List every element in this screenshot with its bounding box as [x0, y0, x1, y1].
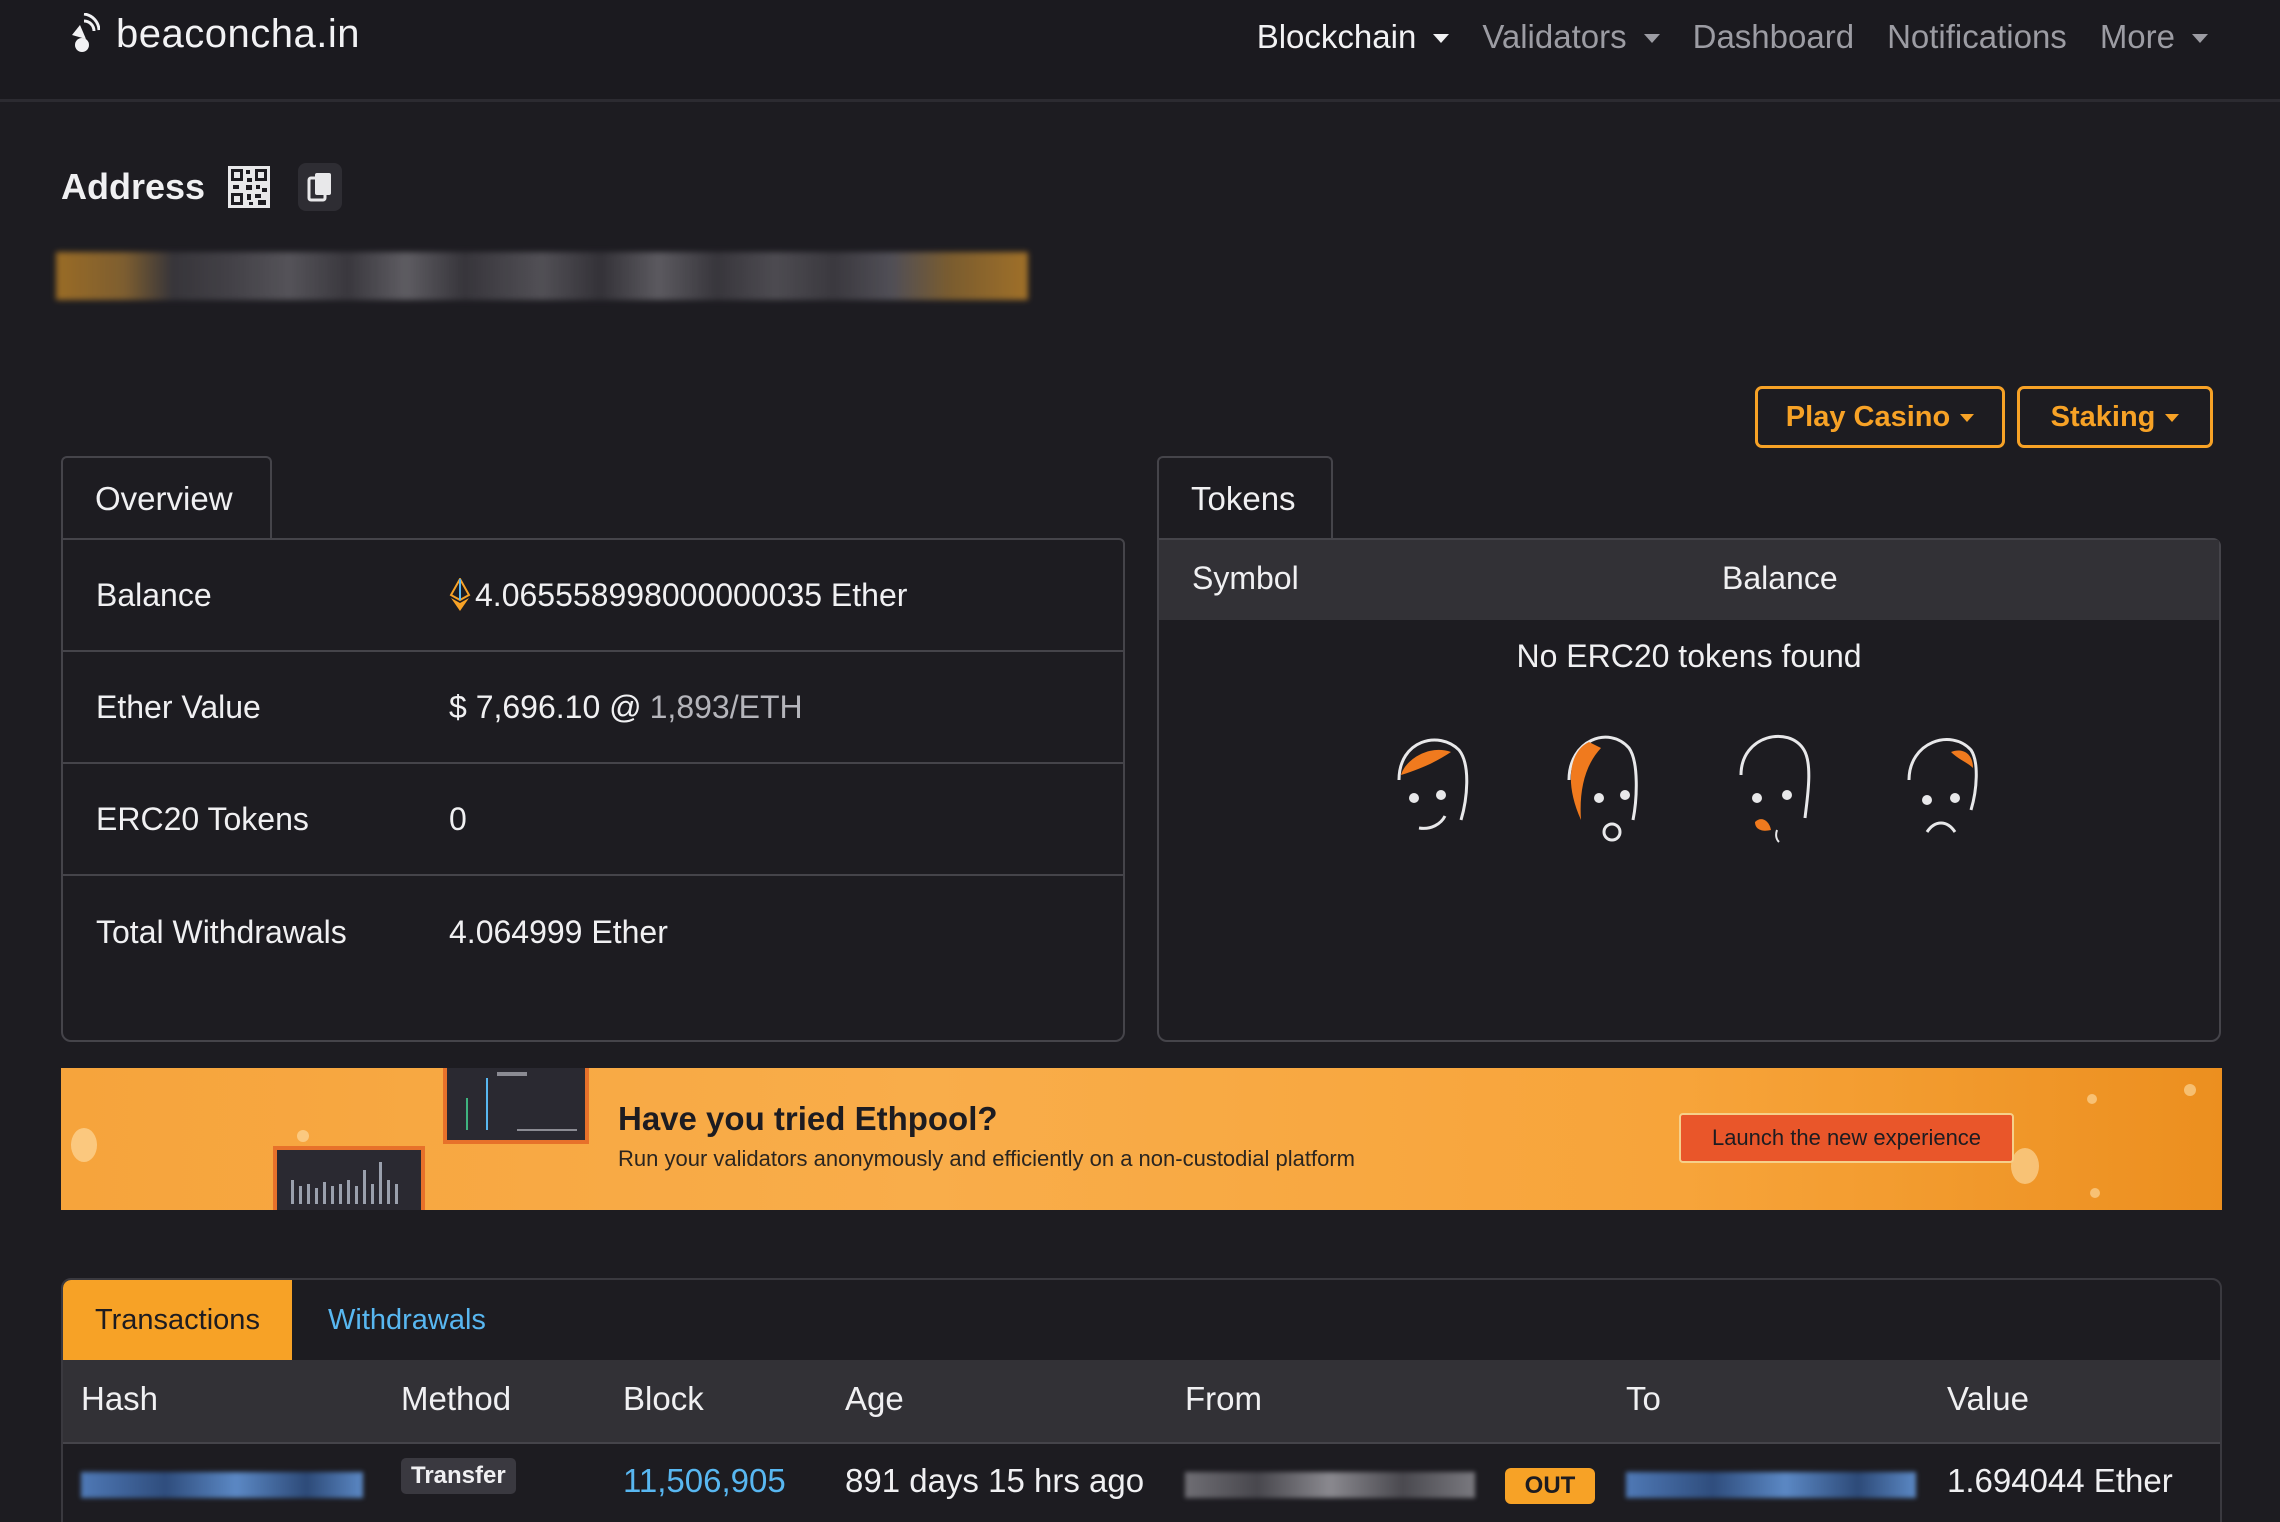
transactions-table-header: Hash Method Block Age From To Value	[63, 1360, 2220, 1442]
block-link[interactable]: 11,506,905	[623, 1462, 786, 1500]
mini-bars-icon	[291, 1162, 398, 1204]
banner-screenshot-image	[273, 1146, 425, 1210]
col-balance: Balance	[1722, 560, 1838, 596]
ether-value-row: Ether Value $ 7,696.10 @ 1,893/ETH	[63, 652, 1123, 764]
erc20-value: 0	[449, 800, 467, 837]
face-frown-icon	[1907, 738, 1978, 833]
balance-value-wrap: 4.065558998000000035 Ether	[449, 577, 907, 614]
copy-icon	[307, 173, 331, 202]
nav-validators[interactable]: Validators	[1482, 18, 1660, 56]
tx-value: 1.694044 Ether	[1947, 1462, 2173, 1499]
ethpool-promo-banner[interactable]: Have you tried Ethpool? Run your validat…	[61, 1068, 2222, 1210]
banner-decoration	[297, 1130, 309, 1142]
address-hash-redacted[interactable]	[56, 252, 1028, 300]
face-surprised-icon	[1567, 735, 1638, 842]
page-title: Address	[61, 166, 206, 207]
tab-overview[interactable]: Overview	[61, 456, 272, 540]
col-block: Block	[623, 1380, 704, 1417]
erc20-label: ERC20 Tokens	[96, 800, 309, 837]
chevron-down-icon	[2192, 33, 2208, 43]
launch-experience-button[interactable]: Launch the new experience	[1679, 1113, 2014, 1163]
tab-tokens[interactable]: Tokens	[1157, 456, 1333, 540]
brand-link[interactable]: beaconcha.in	[66, 12, 360, 57]
banner-decoration	[2184, 1084, 2196, 1096]
banner-decoration	[71, 1128, 97, 1162]
method-badge: Transfer	[401, 1458, 516, 1494]
eth-price: 1,893/ETH	[649, 688, 803, 725]
withdrawals-value: 4.064999 Ether	[449, 913, 668, 950]
from-address-redacted[interactable]	[1185, 1472, 1475, 1498]
table-row: Transfer 11,506,905 891 days 15 hrs ago …	[63, 1442, 2220, 1522]
play-casino-label: Play Casino	[1785, 400, 1951, 433]
to-address-redacted[interactable]	[1626, 1472, 1916, 1498]
col-value: Value	[1947, 1380, 2029, 1417]
col-to: To	[1626, 1380, 1661, 1417]
tokens-table-header: Symbol Balance	[1159, 540, 2219, 620]
ether-value: $ 7,696.10 @	[449, 688, 642, 725]
nav-blockchain-label: Blockchain	[1256, 18, 1417, 55]
nav-notifications[interactable]: Notifications	[1887, 18, 2067, 56]
col-age: Age	[845, 1380, 904, 1417]
ether-value-wrap: $ 7,696.10 @ 1,893/ETH	[449, 689, 803, 726]
banner-decoration	[2090, 1188, 2100, 1198]
staking-label: Staking	[2050, 400, 2156, 433]
ether-icon	[449, 578, 471, 611]
withdrawals-label: Total Withdrawals	[96, 913, 347, 950]
balance-row: Balance 4.065558998000000035 Ether	[63, 540, 1123, 652]
nav-validators-label: Validators	[1482, 18, 1627, 55]
chevron-down-icon	[1433, 33, 1450, 43]
col-symbol: Symbol	[1192, 560, 1299, 596]
nav-dashboard[interactable]: Dashboard	[1693, 18, 1854, 56]
col-from: From	[1185, 1380, 1262, 1417]
beacon-logo-icon	[72, 12, 100, 52]
banner-decoration	[2011, 1148, 2039, 1184]
tab-withdrawals[interactable]: Withdrawals	[296, 1280, 518, 1360]
banner-decoration	[2087, 1094, 2097, 1104]
tokens-card: Symbol Balance No ERC20 tokens found	[1157, 538, 2221, 1042]
erc20-row: ERC20 Tokens 0	[63, 764, 1123, 876]
banner-subtitle: Run your validators anonymously and effi…	[618, 1146, 1355, 1171]
sad-faces-illustration	[1397, 734, 1978, 843]
overview-card: Balance 4.065558998000000035 Ether Ether…	[61, 538, 1125, 1042]
balance-value: 4.065558998000000035 Ether	[475, 576, 908, 613]
tx-age: 891 days 15 hrs ago	[845, 1462, 1145, 1499]
col-method: Method	[401, 1380, 512, 1417]
chevron-down-icon	[2165, 414, 2180, 422]
transactions-card: Transactions Withdrawals Hash Method Blo…	[61, 1278, 2222, 1522]
nav-blockchain[interactable]: Blockchain	[1257, 18, 1450, 56]
balance-label: Balance	[96, 576, 212, 613]
banner-screenshot-image	[443, 1068, 589, 1144]
brand-name: beaconcha.in	[116, 12, 360, 56]
withdrawals-row: Total Withdrawals 4.064999 Ether	[63, 876, 1123, 988]
staking-button[interactable]: Staking	[2017, 386, 2213, 448]
chevron-down-icon	[1643, 33, 1660, 43]
nav-menu: Blockchain Validators Dashboard Notifica…	[1224, 18, 2208, 56]
qr-code-icon[interactable]	[228, 166, 270, 208]
banner-title: Have you tried Ethpool?	[618, 1100, 998, 1137]
face-smile-icon	[1397, 738, 1469, 830]
tab-transactions[interactable]: Transactions	[63, 1280, 292, 1360]
nav-more[interactable]: More	[2100, 18, 2208, 56]
top-navbar: beaconcha.in Blockchain Validators Dashb…	[0, 0, 2280, 102]
no-tokens-message: No ERC20 tokens found	[1516, 638, 1862, 674]
direction-badge: OUT	[1505, 1468, 1595, 1504]
play-casino-button[interactable]: Play Casino	[1755, 386, 2005, 448]
chevron-down-icon	[1960, 414, 1975, 422]
copy-address-button[interactable]	[298, 163, 342, 211]
face-sad-tongue-icon	[1739, 734, 1811, 843]
nav-dashboard-label: Dashboard	[1692, 18, 1855, 55]
nav-notifications-label: Notifications	[1887, 18, 2067, 55]
ether-value-label: Ether Value	[96, 688, 261, 725]
col-hash: Hash	[81, 1380, 159, 1417]
tx-hash-link-redacted[interactable]	[81, 1472, 363, 1498]
nav-more-label: More	[2099, 18, 2175, 55]
mini-chart-icon	[466, 1072, 577, 1131]
